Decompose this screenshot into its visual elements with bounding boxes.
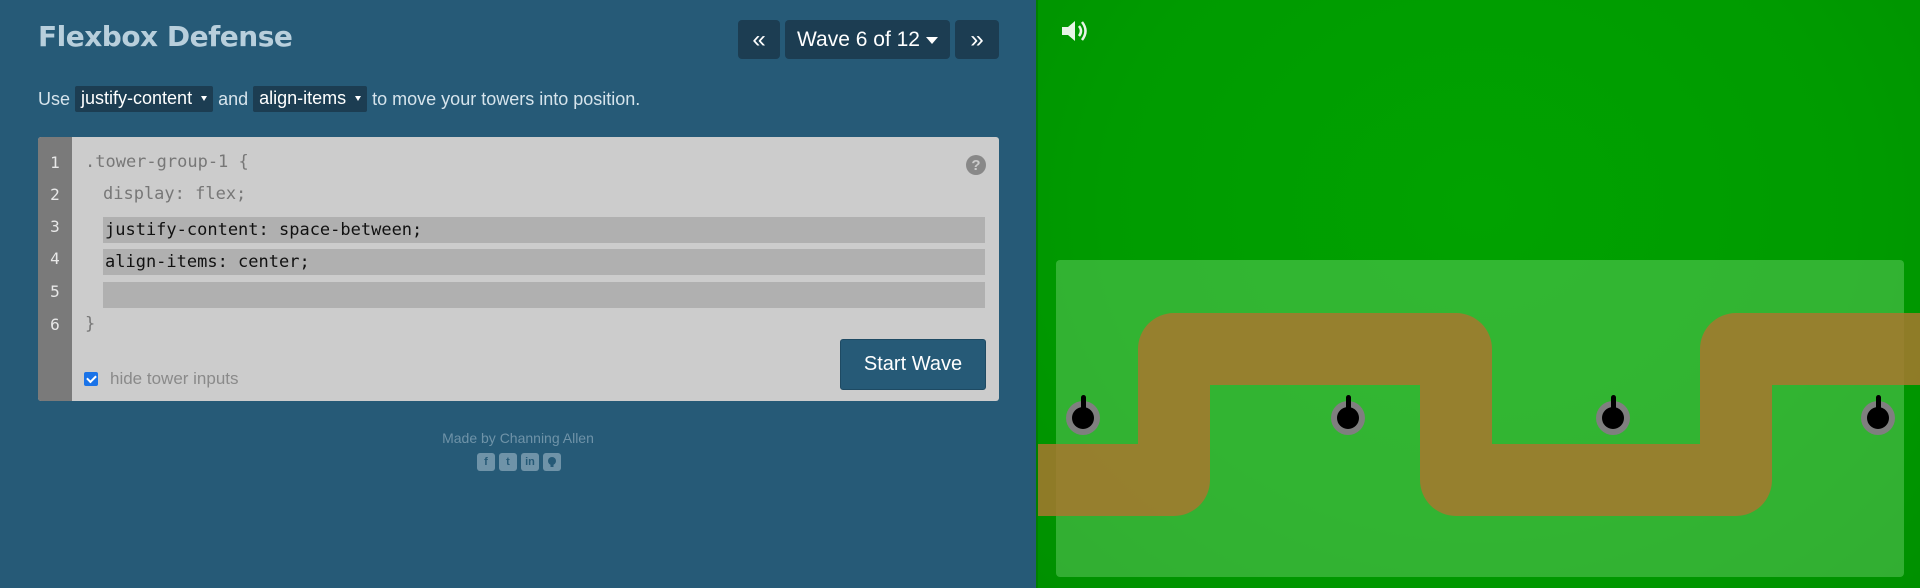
app-title: Flexbox Defense bbox=[38, 20, 293, 53]
start-wave-button[interactable]: Start Wave bbox=[840, 339, 986, 390]
justify-content-input[interactable]: justify-content: space-between; bbox=[103, 217, 985, 243]
instructions-prefix: Use bbox=[38, 88, 71, 109]
empty-css-input[interactable] bbox=[103, 282, 985, 308]
css-editor: 1 2 3 4 5 6 .tower-group-1 { display: fl… bbox=[38, 137, 999, 401]
align-items-reference-label: align-items bbox=[259, 88, 347, 108]
instructions-panel: Flexbox Defense « Wave 6 of 12 » Use jus… bbox=[0, 0, 1036, 588]
hide-inputs-toggle[interactable]: hide tower inputs bbox=[84, 369, 239, 389]
github-icon[interactable] bbox=[543, 453, 561, 471]
instructions-joiner: and bbox=[218, 88, 249, 109]
selector-line: .tower-group-1 { bbox=[85, 152, 249, 172]
wave-select-dropdown[interactable]: Wave 6 of 12 bbox=[785, 20, 950, 59]
previous-wave-button[interactable]: « bbox=[738, 20, 780, 59]
caret-down-icon bbox=[925, 37, 938, 44]
line-number: 3 bbox=[50, 217, 60, 236]
tower[interactable] bbox=[1596, 395, 1630, 435]
game-board bbox=[1036, 0, 1920, 588]
wave-select-label: Wave 6 of 12 bbox=[797, 27, 920, 51]
align-items-reference-dropdown[interactable]: align-items bbox=[253, 86, 368, 112]
tower[interactable] bbox=[1066, 395, 1100, 435]
tower[interactable] bbox=[1331, 395, 1365, 435]
instructions-suffix: to move your towers into position. bbox=[372, 88, 641, 109]
hide-inputs-checkbox[interactable] bbox=[84, 372, 98, 386]
hide-inputs-label[interactable]: hide tower inputs bbox=[110, 369, 239, 389]
linkedin-icon[interactable]: in bbox=[521, 453, 539, 471]
caret-down-icon bbox=[355, 96, 362, 101]
line-number: 6 bbox=[50, 315, 60, 334]
caret-down-icon bbox=[201, 96, 208, 101]
line-number: 2 bbox=[50, 185, 60, 204]
facebook-icon[interactable]: f bbox=[477, 453, 495, 471]
instructions-text: Use justify-content and align-items to m… bbox=[38, 86, 645, 112]
line-number: 4 bbox=[50, 249, 60, 268]
line-number: 5 bbox=[50, 282, 60, 301]
align-items-input[interactable]: align-items: center; bbox=[103, 249, 985, 275]
display-flex-line: display: flex; bbox=[103, 184, 247, 204]
next-wave-button[interactable]: » bbox=[955, 20, 999, 59]
line-number-gutter: 1 2 3 4 5 6 bbox=[38, 137, 72, 401]
twitter-icon[interactable]: t bbox=[499, 453, 517, 471]
justify-content-reference-dropdown[interactable]: justify-content bbox=[75, 86, 214, 112]
justify-content-reference-label: justify-content bbox=[81, 88, 193, 108]
enemy-path bbox=[1038, 313, 1920, 516]
credits-text: Made by Channing Allen bbox=[442, 430, 594, 446]
closing-brace-line: } bbox=[85, 314, 96, 334]
social-links: f t in bbox=[477, 453, 561, 471]
help-icon[interactable]: ? bbox=[966, 155, 986, 175]
tower[interactable] bbox=[1861, 395, 1895, 435]
line-number: 1 bbox=[50, 153, 60, 172]
